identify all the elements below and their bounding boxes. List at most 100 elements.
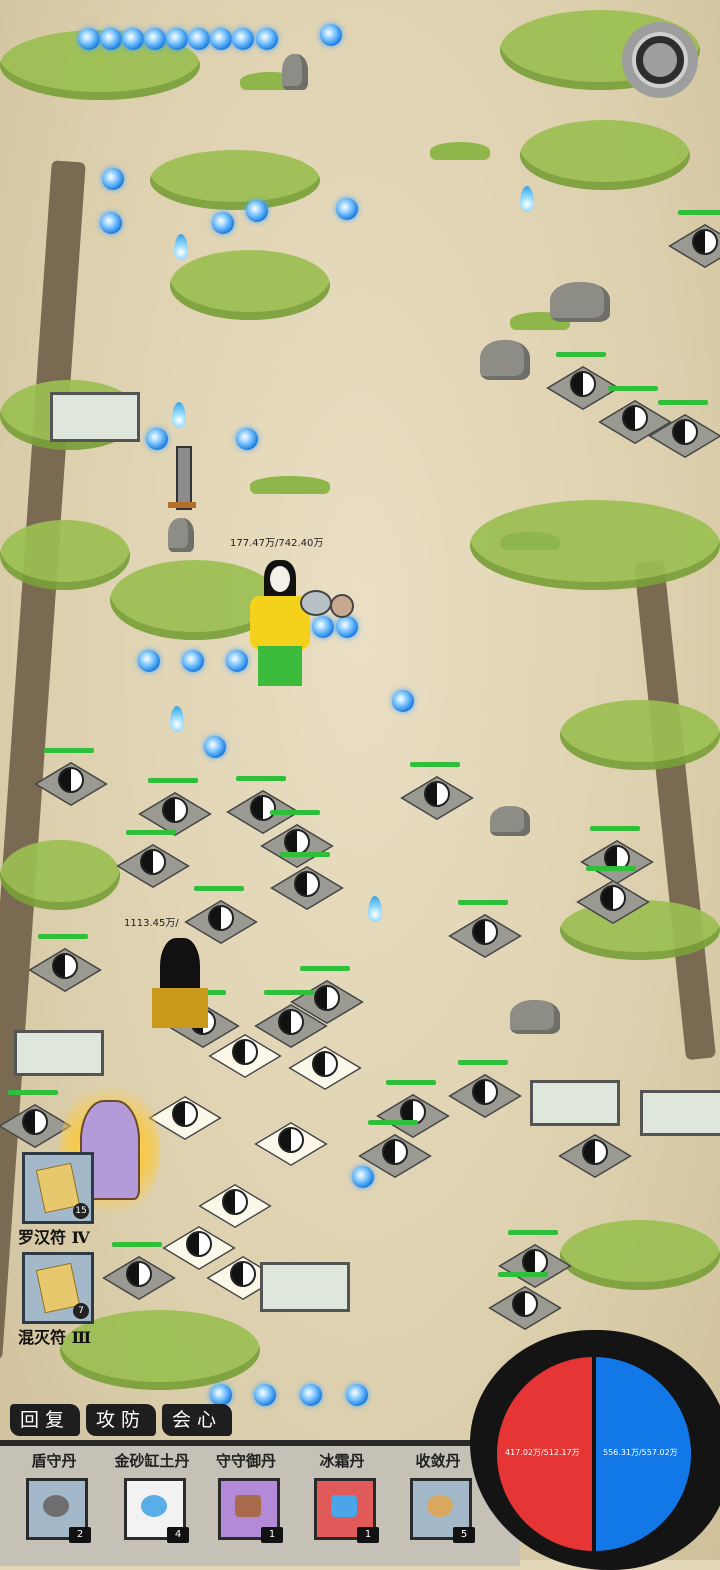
tree-canopy [0,840,120,910]
skill-name: 混灭符 Ⅲ [18,1328,92,1347]
rock [550,282,610,322]
bagua-enemy [34,748,108,807]
grass-tuft [250,476,330,494]
spirit-orb [210,1384,232,1406]
rock [490,806,530,836]
bagua-enemy [668,210,720,269]
skill-count: 15 [73,1203,89,1219]
rock [480,340,530,380]
tab-attack-defense[interactable]: 攻防 [86,1404,157,1436]
bagua-enemy [376,1080,450,1139]
spirit-orb [254,1384,276,1406]
bagua-enemy [580,826,654,885]
tab-recover[interactable]: 回复 [10,1404,81,1436]
spirit-orb [122,28,144,50]
tree-canopy [150,150,320,210]
spirit-orb [232,28,254,50]
spirit-orb [166,28,188,50]
item-count: 1 [357,1527,379,1543]
bagua-enemy [260,810,334,869]
spirit-orb [212,212,234,234]
player-hp-text: 177.47万/742.40万 [230,538,324,549]
spirit-orb [320,24,342,46]
pet-orb [330,594,354,618]
spirit-orb [352,1166,374,1188]
bagua-enemy [28,934,102,993]
spirit-orb [188,28,210,50]
spirit-orb [236,428,258,450]
player-character [250,556,310,690]
scroll-enemy [640,1090,720,1136]
bagua-enemy-hit [288,1042,362,1091]
spirit-orb [146,428,168,450]
item-count: 2 [69,1527,91,1543]
scroll-enemy [530,1080,620,1126]
pill-icon [141,1495,167,1517]
ally-character [152,938,208,1038]
item-slot[interactable]: 冰霜丹 1 [296,1450,388,1543]
ally-hp-text: 1113.45万/ [124,918,179,929]
spirit-flame [520,186,534,212]
game-scene: 177.47万/742.40万 1113.45万/ [0,0,720,1560]
bagua-enemy [102,1242,176,1301]
spirit-orb [336,616,358,638]
tree-trunk [633,559,717,1061]
item-slot[interactable]: 金砂缸土丹 4 [106,1450,198,1543]
tree-canopy [560,700,720,770]
flying-sword [176,446,192,510]
tree-canopy [170,250,330,320]
spirit-orb [138,650,160,672]
grass-tuft [500,532,560,550]
bagua-enemy [270,852,344,911]
gauge-divider [592,1357,596,1551]
spirit-orb [256,28,278,50]
item-label: 盾守丹 [31,1452,77,1470]
spirit-flame [170,706,184,732]
spirit-flame [172,402,186,428]
tree-canopy [520,120,690,190]
settings-button[interactable] [622,22,698,98]
scroll-enemy [14,1030,104,1076]
bagua-enemy [488,1272,562,1331]
mp-text: 556.31万/557.02万 [603,1448,678,1457]
spirit-orb [182,650,204,672]
chest-icon [331,1495,357,1517]
rock [510,1000,560,1034]
item-slot[interactable]: 守守御丹 1 [200,1450,292,1543]
spirit-orb [210,28,232,50]
item-label: 冰霜丹 [319,1452,365,1470]
bagua-enemy [358,1120,432,1179]
skill-card-luohan[interactable]: 15 [22,1152,94,1224]
bagua-enemy-hit [198,1180,272,1229]
tree-canopy [560,1220,720,1290]
item-slot[interactable]: 盾守丹 2 [8,1450,100,1543]
bagua-enemy [0,1090,72,1149]
bagua-enemy [116,830,190,889]
tab-critical[interactable]: 会心 [162,1404,233,1436]
pill-icon [427,1495,453,1517]
bagua-enemy-hit [254,1118,328,1167]
skill-name: 罗汉符 Ⅳ [18,1228,90,1247]
bagua-enemy [576,866,650,925]
spirit-orb [100,212,122,234]
bagua-enemy [138,778,212,837]
item-count: 4 [167,1527,189,1543]
item-count: 1 [261,1527,283,1543]
bagua-enemy-hit [208,1030,282,1079]
pet-companion [300,590,332,616]
sword-guard [168,502,196,508]
rock [282,54,308,90]
gear-icon [636,36,684,84]
skill-count: 7 [73,1303,89,1319]
hp-text: 417.02万/512.17万 [505,1448,580,1457]
spirit-orb [346,1384,368,1406]
bagua-enemy [400,762,474,821]
spirit-orb [226,650,248,672]
skill-card-hunmie[interactable]: 7 [22,1252,94,1324]
spirit-orb [246,200,268,222]
bagua-enemy [498,1230,572,1289]
spirit-orb [336,198,358,220]
scroll-enemy [260,1262,350,1312]
sword-stone [168,518,194,552]
spirit-orb [312,616,334,638]
